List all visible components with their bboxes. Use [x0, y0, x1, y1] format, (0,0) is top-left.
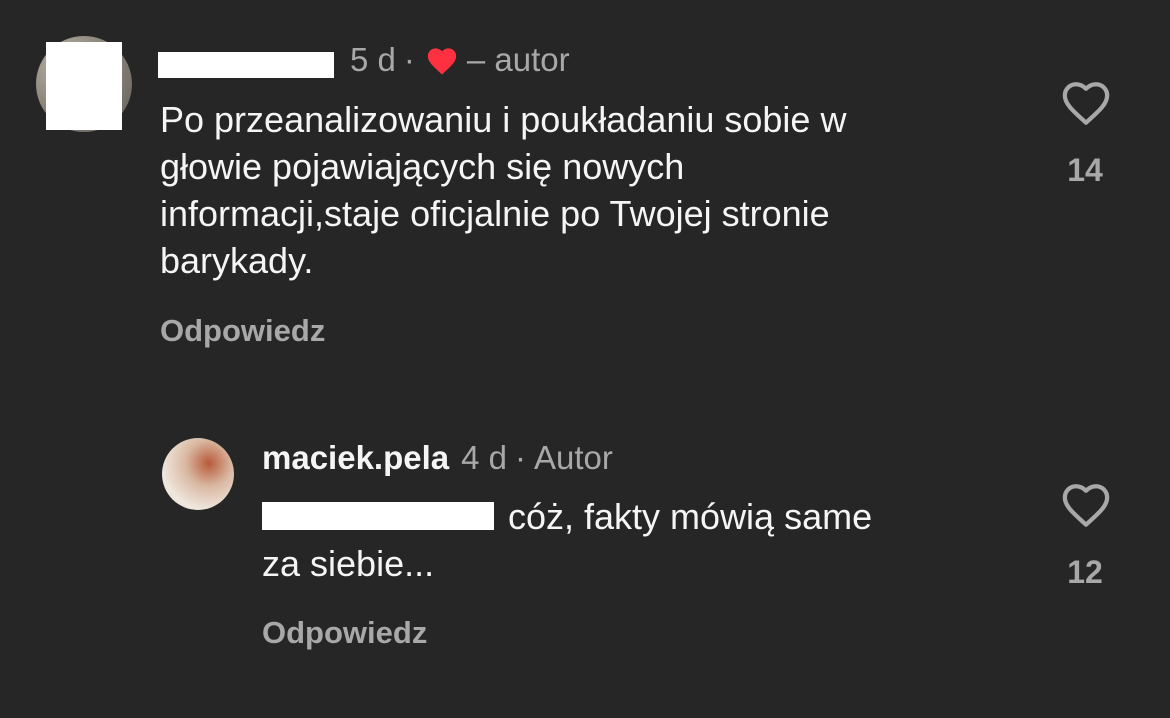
like-count: 14	[1067, 152, 1103, 188]
comment-time: 5 d	[350, 41, 396, 78]
comment-line: informacji,staje oficjalnie po Twojej st…	[160, 193, 830, 234]
reply-avatar[interactable]	[162, 438, 234, 510]
like-count: 12	[1067, 554, 1103, 590]
reply-button[interactable]: Odpowiedz	[160, 313, 325, 349]
comment-meta: 5 d · – autor	[350, 40, 570, 80]
meta-separator: ·	[403, 41, 415, 78]
reply-text: cóż, fakty mówią same za siebie...	[262, 493, 872, 587]
redacted-username[interactable]	[158, 52, 334, 78]
comments-thread: 5 d · – autor Po przeanalizowaniu i pouk…	[0, 0, 1170, 718]
author-tag: – autor	[466, 41, 570, 78]
reply-time: 4 d	[461, 439, 507, 476]
redacted-avatar-overlay	[46, 42, 122, 130]
reply-button[interactable]: Odpowiedz	[262, 615, 427, 651]
comment-line: za siebie...	[262, 543, 435, 584]
comment-line: Po przeanalizowaniu i poukładaniu sobie …	[160, 99, 847, 140]
reply-username[interactable]: maciek.pela	[262, 438, 449, 478]
meta-separator: ·	[515, 439, 526, 476]
reply-meta: maciek.pela 4 d · Autor	[262, 438, 613, 478]
comment-text: Po przeanalizowaniu i poukładaniu sobie …	[160, 96, 846, 284]
heart-outline-icon[interactable]	[1059, 77, 1113, 127]
heart-outline-icon[interactable]	[1059, 479, 1113, 529]
comment-line: barykady.	[160, 240, 314, 281]
comment-line: cóż, fakty mówią same	[508, 496, 873, 537]
author-tag: Autor	[534, 439, 613, 476]
comment-line: głowie pojawiających się nowych	[160, 146, 685, 187]
filled-heart-icon	[427, 48, 457, 75]
